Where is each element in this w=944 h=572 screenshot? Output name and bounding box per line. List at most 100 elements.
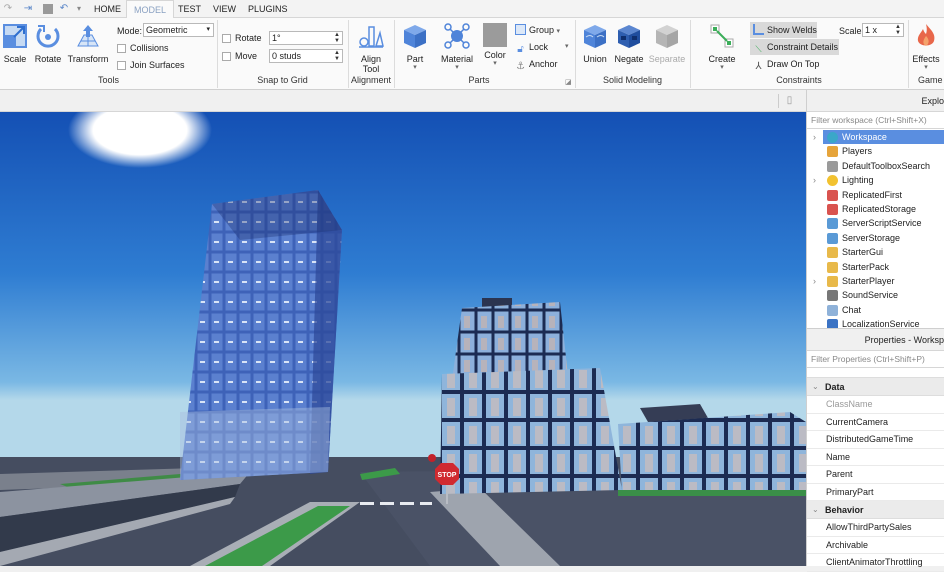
- undo-icon[interactable]: ↶: [58, 3, 70, 15]
- lock-button[interactable]: 🔓︎ Lock: [515, 39, 548, 55]
- property-row[interactable]: CurrentCamera: [807, 414, 944, 431]
- explorer-item-replicatedfirst[interactable]: ReplicatedFirst: [807, 188, 944, 202]
- collisions-checkbox[interactable]: [117, 44, 126, 53]
- expand-chevron-icon[interactable]: ›: [813, 274, 816, 288]
- align-icon: [359, 26, 384, 48]
- part-button[interactable]: Part ▾: [401, 23, 429, 72]
- snap-rotate-input[interactable]: 1° ▲ ▼: [269, 31, 343, 45]
- constraint-scale-input[interactable]: 1 x ▲ ▼: [862, 23, 904, 37]
- union-button[interactable]: Union: [580, 23, 610, 64]
- snap-move-checkbox[interactable]: [222, 52, 231, 61]
- parts-settings-icon[interactable]: ◪: [565, 78, 572, 86]
- property-row[interactable]: ClassName: [807, 396, 944, 414]
- collisions-label: Collisions: [130, 43, 169, 53]
- color-button[interactable]: Color ▾: [481, 23, 509, 68]
- redo-icon[interactable]: ↷: [2, 3, 14, 15]
- spinner-icon[interactable]: ▲ ▼: [334, 32, 340, 44]
- explorer-item-starterplayer[interactable]: › StarterPlayer: [807, 274, 944, 288]
- property-row[interactable]: Parent: [807, 466, 944, 484]
- lock-icon: 🔓︎: [517, 44, 524, 55]
- publish-icon[interactable]: ⇥: [22, 3, 34, 15]
- join-surfaces-checkbox[interactable]: [117, 61, 126, 70]
- tab-view[interactable]: VIEW: [206, 0, 243, 19]
- tab-test[interactable]: TEST: [171, 0, 208, 19]
- alignment-group-label: Alignment: [350, 75, 392, 85]
- rotate-button[interactable]: Rotate: [33, 23, 63, 64]
- create-constraint-button[interactable]: Create ▾: [705, 23, 739, 72]
- customize-icon[interactable]: ▾: [73, 3, 85, 15]
- starter-player-icon: [827, 275, 838, 287]
- explorer-item-label: Players: [842, 146, 873, 157]
- stop-icon[interactable]: [42, 3, 54, 15]
- collapse-chevron-icon[interactable]: ⌄: [812, 501, 819, 519]
- explorer-title: Explo: [807, 90, 944, 112]
- group-button[interactable]: Group ▾: [515, 22, 560, 38]
- property-category-behavior[interactable]: ⌄ Behavior: [807, 501, 944, 519]
- scene: STOP: [0, 112, 806, 566]
- explorer-item-soundservice[interactable]: SoundService: [807, 288, 944, 302]
- properties-filter-input[interactable]: Filter Properties (Ctrl+Shift+P): [807, 351, 944, 368]
- snap-move-input[interactable]: 0 studs ▲ ▼: [269, 49, 343, 63]
- property-category-label: Behavior: [825, 505, 864, 515]
- chevron-down-icon: ▾: [720, 64, 724, 71]
- anchor-icon: ⚓︎: [516, 61, 525, 72]
- mode-select[interactable]: Geometric ▾: [143, 23, 214, 37]
- explorer-filter-input[interactable]: Filter workspace (Ctrl+Shift+X): [807, 112, 944, 129]
- tab-home[interactable]: HOME: [87, 0, 128, 19]
- explorer-item-players[interactable]: Players: [807, 144, 944, 158]
- spinner-icon[interactable]: ▲ ▼: [334, 50, 340, 62]
- device-emulator-icon[interactable]: ▯: [778, 94, 800, 108]
- material-button[interactable]: Material ▾: [440, 23, 474, 72]
- explorer-item-chat[interactable]: Chat: [807, 303, 944, 317]
- explorer-item-lighting[interactable]: › Lighting: [807, 173, 944, 187]
- starter-gui-icon: [827, 247, 838, 259]
- lightbulb-icon: [827, 175, 838, 187]
- explorer-item-label: StarterPack: [842, 261, 890, 272]
- draw-on-top-toggle[interactable]: ⅄ Draw On Top: [753, 56, 819, 72]
- explorer-item-workspace[interactable]: › Workspace: [813, 130, 944, 145]
- property-row[interactable]: DistributedGameTime: [807, 431, 944, 449]
- explorer-item-serverscriptservice[interactable]: ServerScriptService: [807, 216, 944, 230]
- snap-rotate-checkbox[interactable]: [222, 34, 231, 43]
- separate-icon: [656, 25, 678, 48]
- chat-icon: [827, 304, 838, 316]
- properties-title: Properties - Worksp: [807, 329, 944, 351]
- expand-chevron-icon[interactable]: ›: [813, 173, 816, 187]
- separate-button[interactable]: Separate: [647, 23, 687, 64]
- spinner-icon[interactable]: ▲ ▼: [895, 24, 901, 36]
- property-row[interactable]: ClientAnimatorThrottling: [807, 554, 944, 572]
- anchor-button[interactable]: ⚓︎ Anchor: [515, 56, 558, 72]
- replicated-storage-icon: [827, 203, 838, 215]
- align-tool-button[interactable]: Align Tool: [353, 23, 389, 74]
- tab-model[interactable]: MODEL: [126, 0, 175, 19]
- explorer-item-defaulttoolboxsearch[interactable]: DefaultToolboxSearch: [807, 159, 944, 173]
- constraint-details-toggle[interactable]: ⟍ Constraint Details: [750, 39, 839, 55]
- effects-button[interactable]: Effects ▾: [911, 23, 941, 72]
- collapse-chevron-icon[interactable]: ⌄: [812, 378, 819, 396]
- property-row[interactable]: AllowThirdPartySales: [807, 519, 944, 537]
- explorer-item-label: ReplicatedStorage: [842, 203, 917, 214]
- explorer-item-label: DefaultToolboxSearch: [842, 160, 931, 171]
- property-category-data[interactable]: ⌄ Data: [807, 378, 944, 396]
- mode-label: Mode:: [117, 26, 143, 36]
- explorer-item-starterpack[interactable]: StarterPack: [807, 260, 944, 274]
- explorer-item-label: SoundService: [842, 290, 899, 301]
- show-welds-toggle[interactable]: Show Welds: [750, 22, 817, 38]
- constraint-scale-label: Scale: [839, 26, 862, 36]
- negate-button[interactable]: Negate: [613, 23, 645, 64]
- explorer-item-startergui[interactable]: StarterGui: [807, 245, 944, 259]
- lock-dropdown-chevron-icon[interactable]: ▾: [565, 42, 569, 50]
- tab-plugins[interactable]: PLUGINS: [241, 0, 295, 19]
- explorer-item-serverstorage[interactable]: ServerStorage: [807, 231, 944, 245]
- scale-button[interactable]: Scale: [2, 23, 28, 64]
- expand-chevron-icon[interactable]: ›: [813, 130, 816, 144]
- property-category-label: Data: [825, 382, 845, 392]
- property-row[interactable]: Name: [807, 449, 944, 466]
- property-row[interactable]: Archivable: [807, 537, 944, 554]
- transform-button[interactable]: Transform: [67, 23, 109, 64]
- constraint-create-icon: [710, 24, 734, 48]
- property-row[interactable]: PrimaryPart: [807, 484, 944, 501]
- 3d-viewport[interactable]: STOP: [0, 112, 806, 566]
- explorer-item-replicatedstorage[interactable]: ReplicatedStorage: [807, 202, 944, 216]
- constraints-group-label: Constraints: [776, 75, 822, 85]
